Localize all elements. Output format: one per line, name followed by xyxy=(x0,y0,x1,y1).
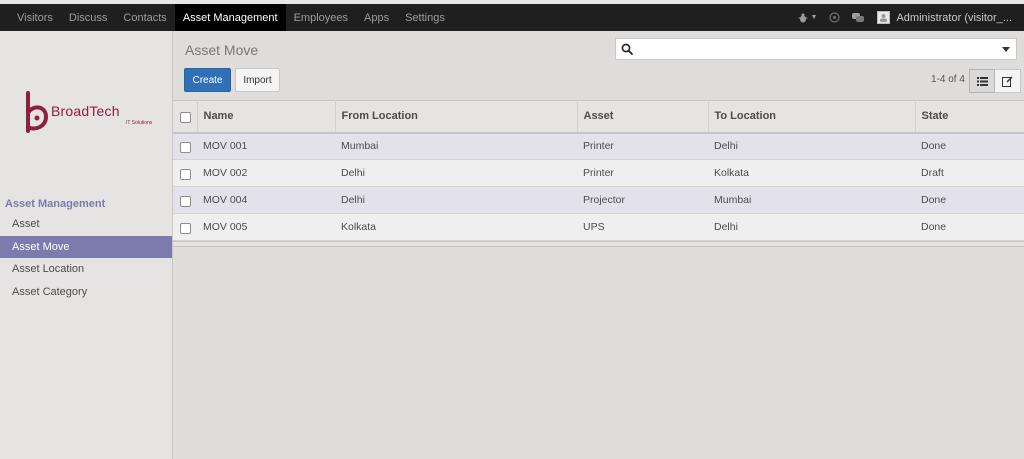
asset-move-table: Name From Location Asset To Location Sta… xyxy=(173,100,1024,241)
chat-bubbles-icon[interactable] xyxy=(852,12,865,23)
table-header-row: Name From Location Asset To Location Sta… xyxy=(173,100,1024,133)
column-header-name[interactable]: Name xyxy=(196,100,335,133)
edit-icon xyxy=(1002,75,1013,87)
row-checkbox[interactable] xyxy=(180,195,191,207)
row-checkbox[interactable] xyxy=(180,222,191,234)
search-dropdown-toggle[interactable] xyxy=(1002,47,1010,52)
table-row[interactable]: MOV 001 Mumbai Printer Delhi Done xyxy=(173,132,1024,160)
menu-item-discuss[interactable]: Discuss xyxy=(61,4,116,31)
menu-item-settings[interactable]: Settings xyxy=(397,4,453,31)
chevron-down-icon: ▼ xyxy=(810,14,818,21)
logo-tagline: IT Solutions xyxy=(126,120,153,126)
search-input[interactable] xyxy=(615,38,1017,60)
logo-brand-text: BroadTech xyxy=(51,103,120,119)
cell-asset: Projector xyxy=(583,194,626,206)
table-footer xyxy=(173,241,1024,247)
row-select-cell xyxy=(173,187,197,214)
user-menu[interactable]: Administrator (visitor_... xyxy=(877,11,1012,24)
activity-icon[interactable] xyxy=(829,12,841,23)
cell-state: Draft xyxy=(921,167,944,179)
column-header-to-location[interactable]: To Location xyxy=(707,100,915,133)
search-icon xyxy=(621,43,633,58)
form-view-button[interactable] xyxy=(995,69,1021,93)
pager-value[interactable]: 1-4 of 4 xyxy=(931,74,965,85)
sidebar: BroadTech IT Solutions Asset Management … xyxy=(0,31,173,459)
menu-item-asset-management[interactable]: Asset Management xyxy=(174,4,286,31)
row-checkbox[interactable] xyxy=(180,168,191,180)
column-header-state[interactable]: State xyxy=(914,100,1024,133)
cell-name: MOV 002 xyxy=(203,167,248,179)
list-icon xyxy=(976,76,988,86)
asset-move-list: Name From Location Asset To Location Sta… xyxy=(173,100,1024,247)
sidebar-item-asset-category[interactable]: Asset Category xyxy=(0,281,172,304)
top-navbar: Visitors Discuss Contacts Asset Manageme… xyxy=(0,0,1024,31)
column-header-from-location[interactable]: From Location xyxy=(334,100,577,133)
broadtech-logo-icon xyxy=(26,91,49,133)
cell-from-location: Delhi xyxy=(341,167,365,179)
avatar xyxy=(877,11,891,24)
table-row[interactable]: MOV 005 Kolkata UPS Delhi Done xyxy=(173,213,1024,241)
cell-from-location: Delhi xyxy=(341,194,365,206)
cell-asset: Printer xyxy=(583,140,614,153)
company-logo: BroadTech IT Solutions xyxy=(22,91,152,141)
select-all-cell xyxy=(173,101,197,133)
cell-name: MOV 005 xyxy=(203,221,248,233)
cell-to-location: Delhi xyxy=(714,140,738,153)
list-view-button[interactable] xyxy=(969,69,995,93)
row-select-cell xyxy=(173,214,197,241)
cell-asset: UPS xyxy=(583,221,605,233)
import-button[interactable]: Import xyxy=(235,68,280,92)
row-checkbox[interactable] xyxy=(180,141,191,153)
cell-from-location: Kolkata xyxy=(341,221,377,233)
row-select-cell xyxy=(173,160,197,187)
create-button[interactable]: Create xyxy=(184,68,231,92)
main-content: Asset Move Create Import 1-4 of 4 Name F… xyxy=(173,31,1024,459)
row-select-cell xyxy=(173,133,197,160)
app-menu: Visitors Discuss Contacts Asset Manageme… xyxy=(0,4,453,31)
page-title: Asset Move xyxy=(185,42,259,58)
systray: ▼ Administrator (visitor_... xyxy=(798,4,1024,31)
cell-to-location: Kolkata xyxy=(714,167,750,179)
menu-item-contacts[interactable]: Contacts xyxy=(115,4,174,31)
menu-item-apps[interactable]: Apps xyxy=(356,4,397,31)
cell-state: Done xyxy=(921,140,947,153)
cell-from-location: Mumbai xyxy=(341,140,379,153)
sidebar-item-asset[interactable]: Asset xyxy=(0,213,172,236)
cell-to-location: Mumbai xyxy=(714,194,752,206)
sidebar-item-asset-move[interactable]: Asset Move xyxy=(0,235,172,258)
sidebar-item-asset-location[interactable]: Asset Location xyxy=(0,258,172,281)
cell-asset: Printer xyxy=(583,167,614,179)
cell-to-location: Delhi xyxy=(714,221,738,233)
cell-name: MOV 001 xyxy=(203,140,248,153)
menu-item-visitors[interactable]: Visitors xyxy=(9,4,61,31)
cell-name: MOV 004 xyxy=(203,194,248,206)
sidebar-nav: Asset Asset Move Asset Location Asset Ca… xyxy=(0,213,172,303)
bug-icon[interactable]: ▼ xyxy=(798,13,818,23)
cell-state: Done xyxy=(921,221,947,233)
cell-state: Done xyxy=(921,194,947,206)
user-name: Administrator (visitor_... xyxy=(896,11,1012,24)
select-all-checkbox[interactable] xyxy=(180,111,191,123)
table-row[interactable]: MOV 004 Delhi Projector Mumbai Done xyxy=(173,186,1024,214)
sidebar-section-title: Asset Management xyxy=(5,198,106,210)
view-switcher xyxy=(969,69,1021,93)
table-row[interactable]: MOV 002 Delhi Printer Kolkata Draft xyxy=(173,159,1024,187)
column-header-asset[interactable]: Asset xyxy=(576,100,708,133)
menu-item-employees[interactable]: Employees xyxy=(286,4,356,31)
